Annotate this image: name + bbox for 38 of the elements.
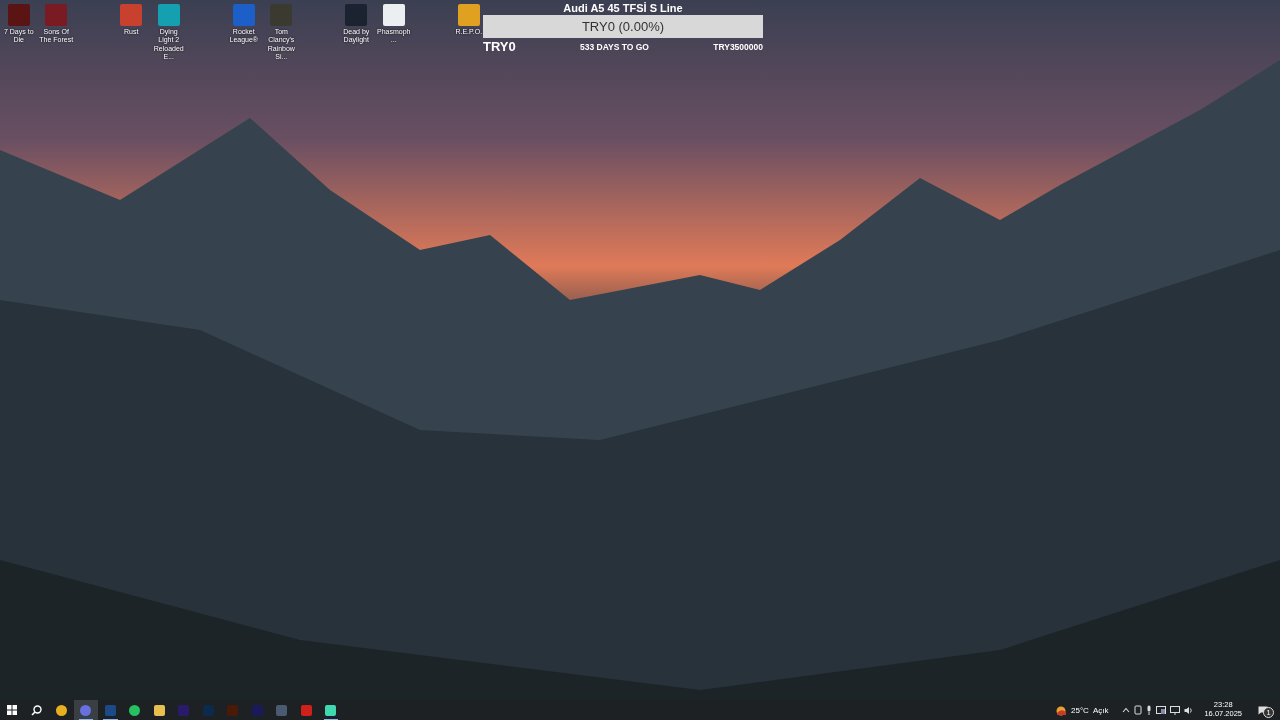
- app-icon: [227, 704, 239, 716]
- temperature: 25°C: [1071, 705, 1089, 715]
- taskbar-app[interactable]: [73, 700, 98, 720]
- goal-title: Audi A5 45 TFSİ S Line: [563, 1, 683, 15]
- game-icon: [270, 4, 293, 26]
- app-icon: [80, 704, 92, 716]
- app-icon: [129, 704, 141, 716]
- game-icon: [120, 4, 143, 26]
- days-left: 533 DAYS TO GO: [580, 41, 649, 52]
- app-icon: [178, 704, 190, 716]
- screen-icon[interactable]: [1156, 705, 1167, 715]
- microphone-icon[interactable]: [1146, 705, 1153, 715]
- app-icon: [202, 704, 214, 716]
- game-icon: [45, 4, 68, 26]
- game-icon: [457, 4, 480, 26]
- app-icon: [325, 704, 337, 716]
- progress-text: TRY0 (0.00%): [581, 19, 665, 34]
- app-icon: [251, 704, 263, 716]
- weather-widget[interactable]: 25°C Açık: [1055, 704, 1109, 716]
- chevron-up-icon[interactable]: [1122, 707, 1131, 713]
- game-icon: [157, 4, 180, 26]
- app-icon: [276, 704, 288, 716]
- device-icon[interactable]: [1134, 705, 1143, 715]
- app-icon: [300, 704, 312, 716]
- app-icon: [104, 704, 116, 716]
- app-icon: [153, 704, 165, 716]
- weather-icon: [1055, 704, 1067, 716]
- game-icon: [382, 4, 405, 26]
- raised-amount: TRY0: [483, 39, 516, 54]
- game-icon: [232, 4, 255, 26]
- search-icon: [31, 704, 43, 716]
- windows-icon: [7, 705, 18, 715]
- target-amount: TRY3500000: [713, 41, 763, 52]
- game-icon: [7, 4, 30, 26]
- app-icon: [55, 704, 67, 716]
- game-icon: [345, 4, 368, 26]
- weather-condition: Açık: [1092, 705, 1109, 715]
- speaker-icon[interactable]: [1184, 705, 1195, 715]
